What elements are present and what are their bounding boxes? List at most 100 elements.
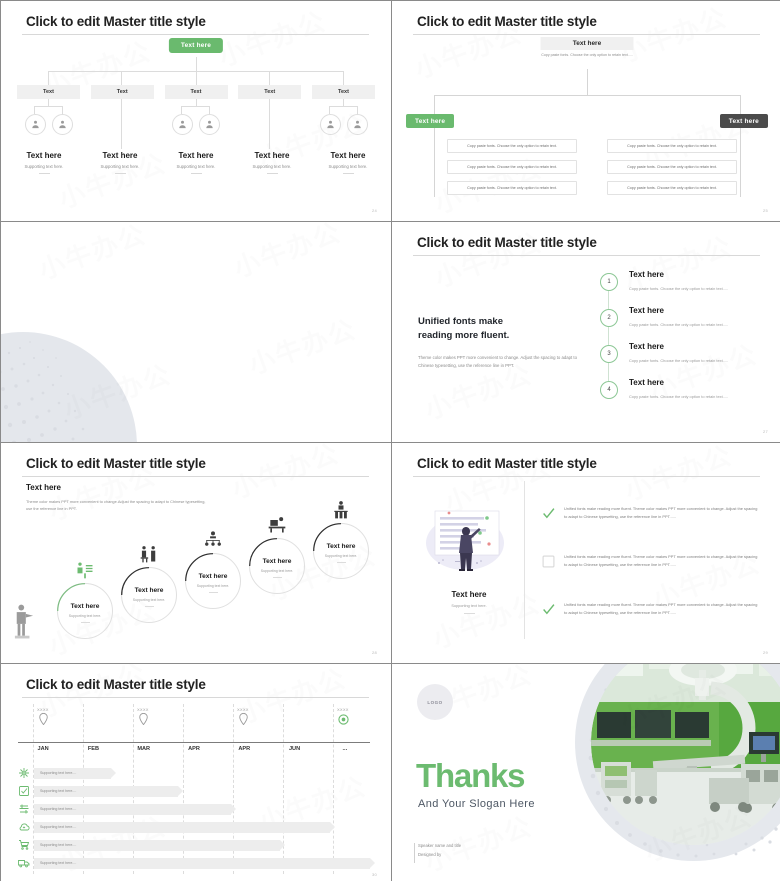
month-label: APR	[238, 746, 251, 752]
label-heading: Text here	[254, 151, 290, 160]
month-label: JUN	[288, 746, 301, 752]
table-row[interactable]: Supporting text here....	[18, 764, 370, 782]
label-support: Supporting text here.	[252, 164, 292, 169]
connector-c1a	[34, 106, 35, 114]
page-title: Click to edit Master title style	[417, 235, 597, 250]
list-item[interactable]: Copy paste fonts. Choose the only option…	[607, 181, 737, 195]
page-title: Click to edit Master title style	[417, 456, 597, 471]
month-labels: JAN FEB MAR APR APR JUN ...	[18, 746, 370, 752]
list-item[interactable]: 1 Text here Copy paste fonts. Choose the…	[600, 270, 765, 309]
list-item[interactable]: 3 Text here Copy paste fonts. Choose the…	[600, 342, 765, 381]
label-heading: Text here	[178, 151, 214, 160]
check-icon[interactable]	[542, 507, 555, 520]
underline	[342, 173, 354, 174]
connector-c3	[195, 99, 197, 106]
table-row[interactable]: Supporting text here....	[18, 800, 370, 818]
page-number: 30	[371, 872, 377, 877]
gantt-bar: Supporting text here....	[34, 821, 335, 833]
checklist-item[interactable]: Unified fonts make reading more fluent. …	[542, 505, 760, 553]
table-row[interactable]: Supporting text here....	[18, 836, 370, 854]
cloud-icon	[19, 823, 30, 831]
checklist: Unified fonts make reading more fluent. …	[542, 505, 760, 649]
page-title: Click to edit Master title style	[26, 456, 206, 471]
org-box-1[interactable]: Text	[17, 85, 80, 99]
list-item[interactable]: Copy paste fonts. Choose the only option…	[447, 181, 577, 195]
connector-b3	[195, 71, 197, 85]
checklist-text: Unified fonts make reading more fluent. …	[564, 506, 758, 519]
month-label: ...	[342, 746, 348, 752]
branch-tag-left[interactable]: Text here	[406, 114, 455, 128]
slide-thanks: 小牛办公 小牛办公 小牛办公 小牛办公 LOGO Thanks And Your…	[392, 664, 780, 881]
org-box-2[interactable]: Text	[90, 85, 154, 99]
step-label: Text here Supporting text here.	[57, 603, 113, 623]
checklist-item[interactable]: Unified fonts make reading more fluent. …	[542, 553, 760, 601]
checklist-icon	[19, 786, 29, 796]
list-item[interactable]: 2 Text here Copy paste fonts. Choose the…	[600, 306, 765, 345]
target-icon	[337, 714, 349, 725]
gantt-bar: Supporting text here....	[34, 803, 237, 815]
underline	[144, 606, 154, 607]
connector-c3b	[209, 106, 210, 114]
empty-checkbox-icon[interactable]	[542, 555, 555, 568]
step-number-badge: 3	[600, 345, 618, 363]
step-text: Text here Copy paste fonts. Choose the o…	[629, 342, 728, 363]
label-support: Supporting text here.	[24, 164, 64, 169]
branch-tag-right[interactable]: Text here	[719, 114, 768, 128]
page-number: 29	[762, 650, 768, 655]
step-label: Text here Supporting text here.	[249, 558, 305, 578]
step-label: Text here Supporting text here.	[185, 573, 241, 593]
avatar-group-3	[165, 114, 228, 135]
checklist-item[interactable]: Unified fonts make reading more fluent. …	[542, 601, 760, 649]
list-item[interactable]: Copy paste fonts. Choose the only option…	[447, 139, 577, 153]
title-divider	[413, 34, 760, 35]
step-heading: Text here	[629, 306, 664, 315]
checklist-text: Unified fonts make reading more fluent. …	[564, 554, 758, 567]
truck-icon	[18, 860, 30, 868]
pin-marker[interactable]: XXXX	[223, 708, 263, 730]
label-support: Supporting text here.	[328, 164, 368, 169]
footer-rule	[414, 843, 415, 863]
connector-c5h	[329, 106, 358, 107]
left-heading-line2: reading more fluent.	[418, 329, 510, 341]
connector-b5	[343, 71, 344, 85]
org-box-4[interactable]: Text	[238, 85, 302, 99]
underline	[272, 577, 282, 578]
designed-by: Designed by	[418, 851, 442, 857]
root-node[interactable]: Text here Copy paste fonts. Choose the o…	[540, 37, 634, 59]
underline	[38, 173, 50, 174]
page-number: 27	[762, 429, 768, 434]
table-row[interactable]: Supporting text here....	[18, 854, 375, 872]
org-label-1: Text here Supporting text here.	[7, 151, 81, 174]
connector-b2	[121, 71, 122, 85]
org-box-5[interactable]: Text	[312, 85, 375, 99]
table-row[interactable]: Supporting text here....	[18, 782, 370, 800]
list-item[interactable]: Copy paste fonts. Choose the only option…	[607, 139, 737, 153]
map-pin-icon	[38, 712, 48, 726]
connector-c3a	[181, 106, 182, 114]
pin-marker[interactable]: XXXX	[23, 708, 63, 730]
slide-staircase: 小牛办公 小牛办公 小牛办公 小牛办公 Click to edit Master…	[1, 443, 391, 663]
org-box-3[interactable]: Text	[164, 85, 228, 99]
list-item[interactable]: Copy paste fonts. Choose the only option…	[607, 160, 737, 174]
step-heading: Text here	[70, 603, 100, 610]
list-item[interactable]: Copy paste fonts. Choose the only option…	[447, 160, 577, 174]
connector-c5b	[357, 106, 358, 114]
list-item[interactable]: 4 Text here Copy paste fonts. Choose the…	[600, 378, 765, 414]
page-number: 25	[762, 208, 768, 213]
left-copy-block: Unified fonts make reading more fluent. …	[418, 315, 583, 370]
page-number: 28	[371, 650, 377, 655]
check-icon[interactable]	[542, 603, 555, 616]
org-root-node[interactable]: Text here	[168, 38, 224, 53]
table-row[interactable]: Supporting text here....	[18, 818, 370, 836]
month-label: JAN	[37, 746, 49, 752]
intro-heading: Text here	[26, 483, 61, 492]
step-heading: Text here	[262, 558, 292, 565]
org-label-5: Text here Supporting text here.	[311, 151, 385, 174]
meeting-icon	[140, 546, 156, 563]
left-item-column: Copy paste fonts. Choose the only option…	[447, 139, 577, 202]
logo-badge[interactable]: LOGO	[417, 684, 453, 720]
slide-org-chart: 小牛办公 小牛办公 小牛办公 小牛办公 Click to edit Master…	[1, 1, 391, 221]
pin-marker[interactable]: XXXX	[123, 708, 163, 730]
pin-marker-active[interactable]: XXXX	[323, 708, 363, 730]
label-support: Supporting text here.	[176, 164, 216, 169]
